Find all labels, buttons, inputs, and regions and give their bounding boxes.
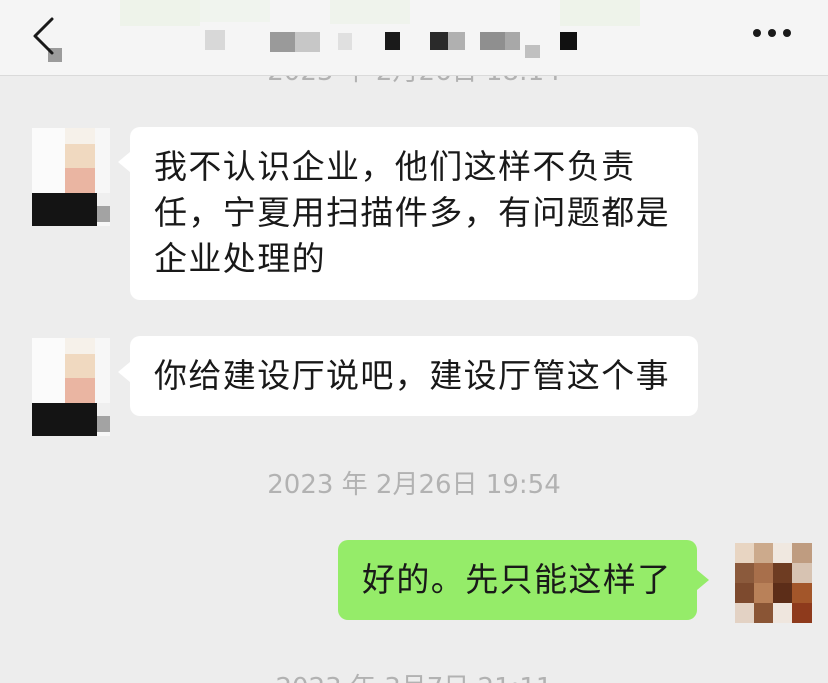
avatar-pixel: [65, 354, 95, 378]
back-button[interactable]: [24, 12, 64, 58]
avatar-pixel: [773, 543, 792, 563]
more-dots-icon: [753, 29, 791, 37]
avatar-pixel: [32, 338, 65, 403]
my-avatar[interactable]: [735, 543, 812, 623]
bubble-tail: [697, 570, 709, 590]
mosaic-pixel: [205, 30, 225, 50]
avatar-pixel: [792, 603, 812, 623]
chevron-left-icon: [33, 17, 54, 55]
avatar-pixel: [32, 128, 65, 193]
avatar-pixel: [97, 416, 110, 432]
message-text-line: 我不认识企业，他们这样不负责: [154, 147, 636, 186]
mosaic-pixel: [338, 33, 352, 50]
avatar-pixel: [773, 603, 792, 623]
blurred-contact-name: [0, 0, 828, 75]
avatar-pixel: [65, 338, 95, 354]
mosaic-pixel: [430, 32, 448, 50]
avatar-pixel: [735, 543, 754, 563]
mosaic-pixel: [295, 32, 320, 52]
timestamp: 2023 年 2月26日 19:54: [267, 470, 561, 500]
mosaic-pixel: [330, 0, 410, 24]
contact-avatar[interactable]: [32, 338, 110, 436]
mosaic-pixel: [270, 32, 295, 52]
timestamp: 2023 年 3月7日 21:11: [0, 670, 828, 683]
mosaic-pixel: [200, 0, 270, 22]
avatar-pixel: [97, 206, 110, 222]
avatar-pixel: [32, 193, 97, 226]
mosaic-pixel: [448, 32, 465, 50]
avatar-pixel: [754, 603, 773, 623]
message-text-line: 好的。先只能这样了: [362, 560, 672, 599]
outgoing-message-bubble[interactable]: 好的。先只能这样了: [338, 540, 697, 620]
mosaic-pixel: [480, 32, 505, 50]
avatar-pixel: [95, 338, 110, 403]
chat-header: [0, 0, 828, 76]
incoming-message-bubble[interactable]: 我不认识企业，他们这样不负责 任，宁夏用扫描件多，有问题都是 企业处理的: [130, 127, 698, 300]
avatar-pixel: [65, 128, 95, 144]
avatar-pixel: [754, 563, 773, 583]
mosaic-pixel: [560, 0, 640, 26]
avatar-pixel: [32, 403, 97, 436]
avatar-pixel: [65, 144, 95, 168]
message-text-line: 你给建设厅说吧，建设厅管这个事: [154, 356, 670, 395]
avatar-pixel: [97, 193, 110, 206]
avatar-pixel: [792, 583, 812, 603]
incoming-message-bubble[interactable]: 你给建设厅说吧，建设厅管这个事: [130, 336, 698, 416]
bubble-tail: [118, 152, 130, 172]
contact-avatar[interactable]: [32, 128, 110, 226]
mosaic-pixel: [505, 32, 520, 50]
mosaic-pixel: [525, 45, 540, 58]
avatar-pixel: [754, 583, 773, 603]
avatar-pixel: [735, 583, 754, 603]
message-text-line: 任，宁夏用扫描件多，有问题都是: [154, 193, 670, 232]
avatar-pixel: [773, 563, 792, 583]
message-text-line: 企业处理的: [154, 239, 326, 278]
bubble-tail: [118, 362, 130, 382]
chat-screen: 2023 年 2月26日 18:14 我不认识企业，他们这样不负责 任，宁夏用扫…: [0, 0, 828, 683]
avatar-pixel: [735, 563, 754, 583]
avatar-pixel: [792, 543, 812, 563]
avatar-pixel: [65, 168, 95, 193]
mosaic-pixel: [120, 0, 200, 26]
avatar-pixel: [754, 543, 773, 563]
avatar-pixel: [735, 603, 754, 623]
more-button[interactable]: [748, 18, 796, 48]
avatar-pixel: [773, 583, 792, 603]
avatar-pixel: [65, 378, 95, 403]
avatar-pixel: [95, 128, 110, 193]
mosaic-pixel: [385, 32, 400, 50]
avatar-pixel: [792, 563, 812, 583]
mosaic-pixel: [560, 32, 577, 50]
avatar-pixel: [97, 403, 110, 416]
